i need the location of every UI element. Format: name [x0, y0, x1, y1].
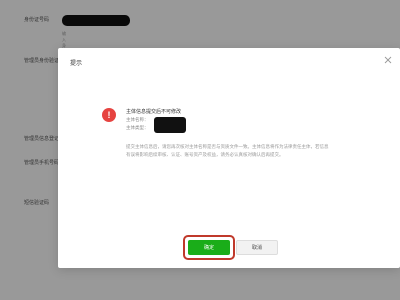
confirm-button[interactable]: 确定	[188, 240, 230, 255]
close-icon[interactable]	[382, 54, 394, 66]
warning-icon: !	[102, 108, 116, 122]
confirm-dialog: 提示 ! 主体信息提交后不可修改 主体名称： 主体类型： 提交主体信息后，请您再…	[58, 48, 400, 268]
message-title: 主体信息提交后不可修改	[126, 109, 182, 115]
dialog-title: 提示	[70, 61, 83, 67]
subject-type-line: 主体类型：	[126, 125, 149, 131]
subject-name-line: 主体名称：	[126, 117, 149, 123]
cancel-button[interactable]: 取消	[236, 240, 278, 255]
message-description: 提交主体信息后，请您再次核对主体名称是否与资质文件一致。主体信息将作为法律责任主…	[126, 144, 329, 157]
subject-name-label: 主体名称：	[126, 117, 149, 122]
subject-type-label: 主体类型：	[126, 125, 149, 130]
masked-subject-info	[154, 117, 186, 133]
